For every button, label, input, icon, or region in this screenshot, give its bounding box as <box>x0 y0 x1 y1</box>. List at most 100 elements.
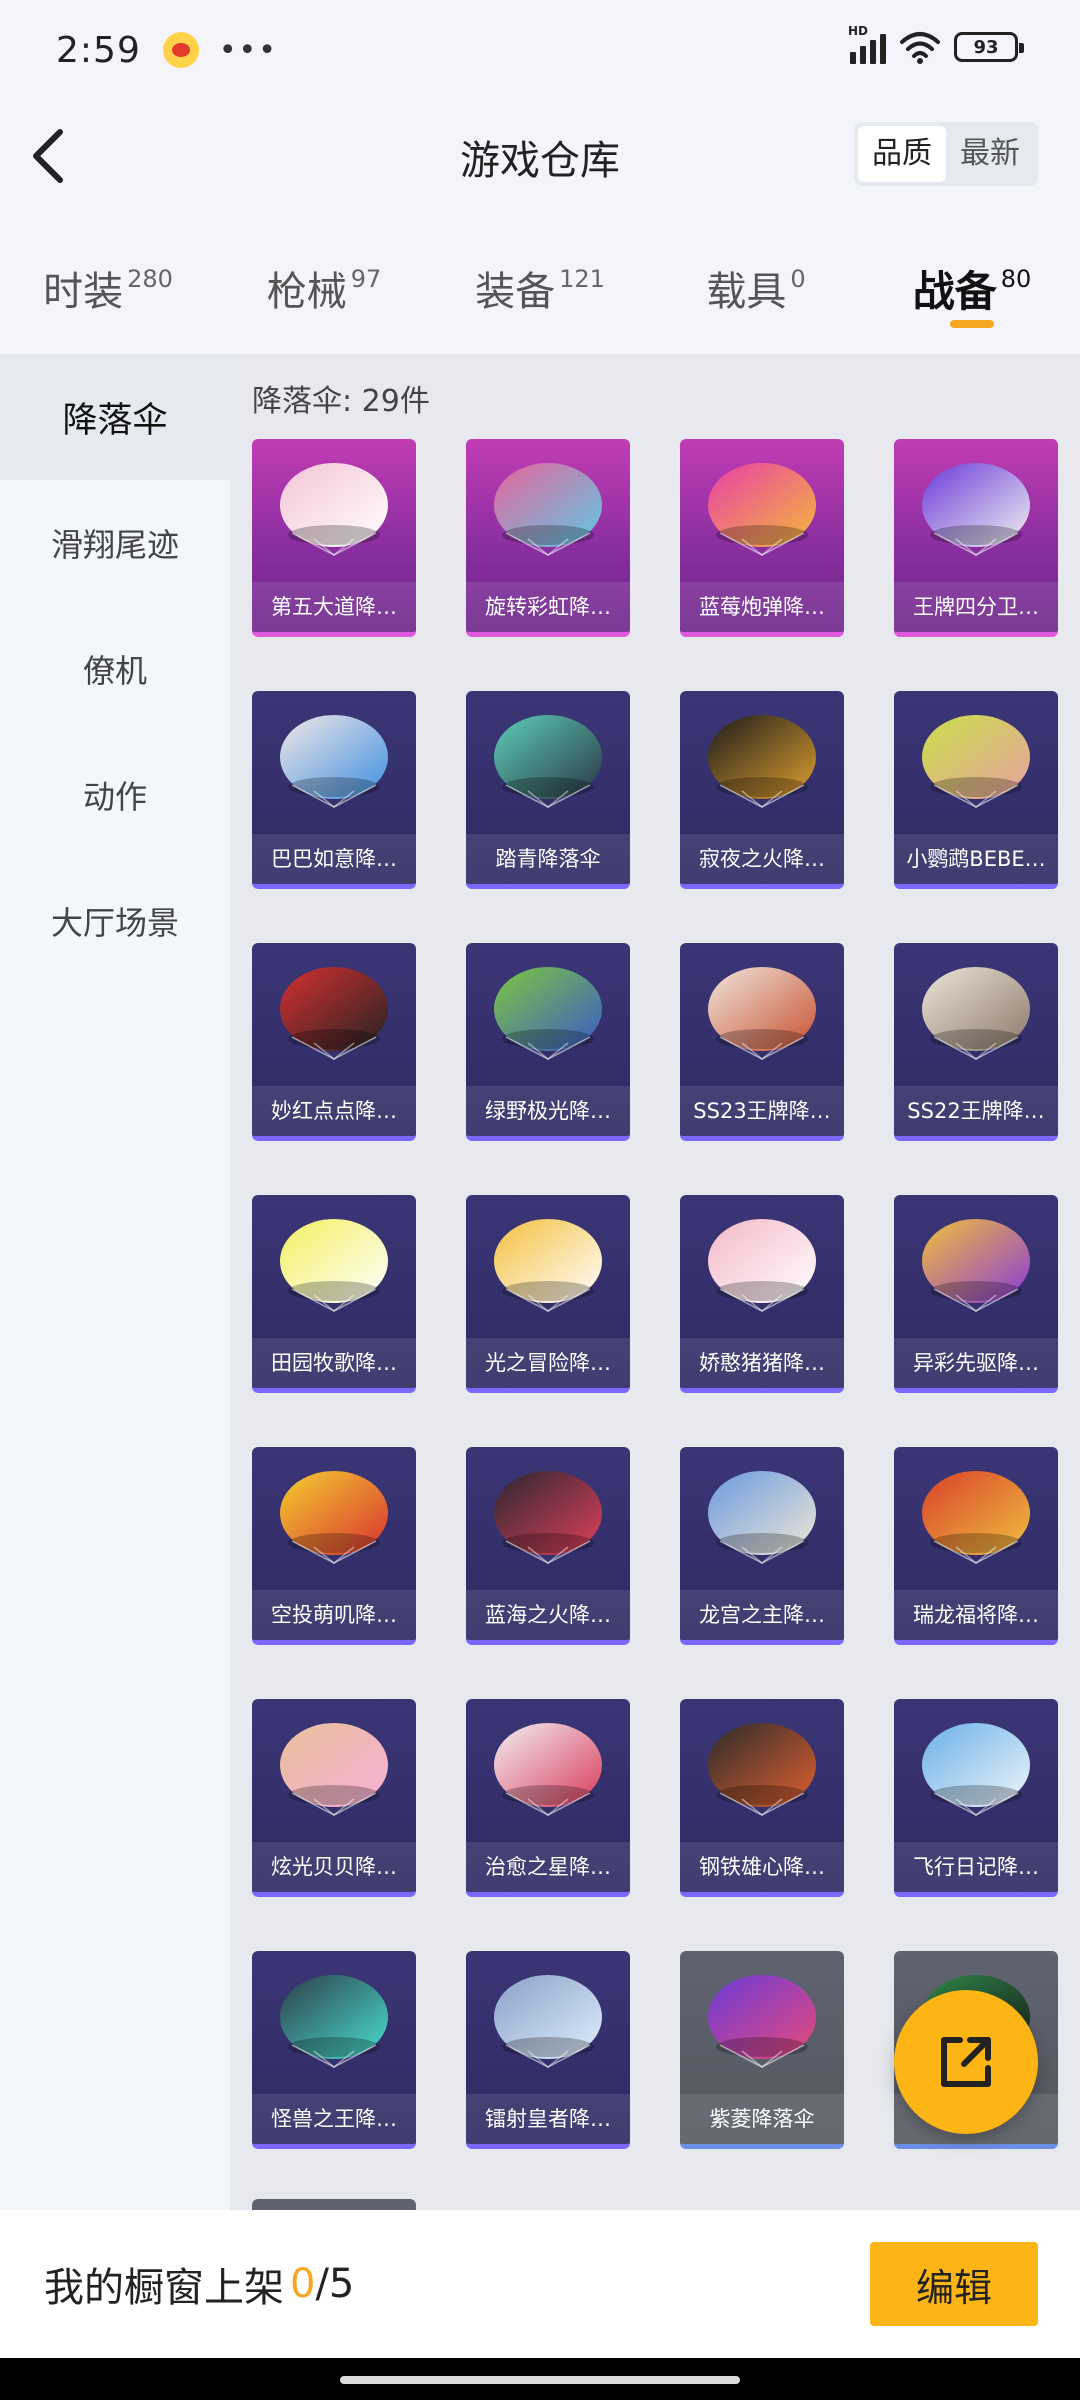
wifi-icon <box>900 32 940 64</box>
item-card[interactable]: 巴巴如意降… <box>252 691 416 889</box>
parachute-icon <box>494 1219 602 1312</box>
parachute-icon <box>708 1975 816 2068</box>
item-name: 踏青降落伞 <box>466 834 630 884</box>
tab-label: 战备 <box>912 266 997 316</box>
section-title: 降落伞: 29件 <box>252 384 430 419</box>
parachute-icon <box>494 967 602 1060</box>
sidebar: 降落伞 滑翔尾迹 僚机 动作 大厅场景 <box>0 354 230 2210</box>
parachute-icon <box>922 967 1030 1060</box>
tab-gear[interactable]: 战备 80 <box>864 212 1080 354</box>
item-name: 怪兽之王降… <box>252 2094 416 2144</box>
parachute-icon <box>708 1471 816 1564</box>
cellular-signal-icon: HD <box>848 24 886 64</box>
tab-label: 装备 <box>475 269 556 315</box>
weibo-notification-icon <box>162 32 199 68</box>
sidebar-item-emote[interactable]: 动作 <box>0 732 230 858</box>
category-tabs: 时装 280 枪械 97 装备 121 载具 0 战备 80 <box>0 212 1080 354</box>
item-name: 妙红点点降… <box>252 1086 416 1136</box>
item-card[interactable]: 瑞龙福将降… <box>894 1447 1058 1645</box>
item-card[interactable]: 绿野极光降… <box>466 943 630 1141</box>
item-card[interactable]: 田园牧歌降… <box>252 1195 416 1393</box>
parachute-icon <box>494 715 602 808</box>
sidebar-item-glide-trail[interactable]: 滑翔尾迹 <box>0 480 230 606</box>
item-name: 飞行日记降… <box>894 1842 1058 1892</box>
item-card[interactable]: 踏青降落伞 <box>466 691 630 889</box>
item-name: 绿野极光降… <box>466 1086 630 1136</box>
item-card[interactable]: 蓝海之火降… <box>466 1447 630 1645</box>
item-card[interactable]: 寂夜之火降… <box>680 691 844 889</box>
sort-by-quality-button[interactable]: 品质 <box>858 126 946 182</box>
item-name: 田园牧歌降… <box>252 1338 416 1388</box>
item-name: 异彩先驱降… <box>894 1338 1058 1388</box>
item-name: SS22王牌降… <box>894 1086 1058 1136</box>
showcase-total: /5 <box>315 2261 355 2307</box>
parachute-icon <box>708 1219 816 1312</box>
item-card[interactable]: 蓝莓炮弹降… <box>680 439 844 637</box>
item-name: 巴巴如意降… <box>252 834 416 884</box>
parachute-icon <box>922 1471 1030 1564</box>
item-card[interactable]: 光之冒险降… <box>466 1195 630 1393</box>
home-indicator[interactable] <box>340 2376 740 2384</box>
item-card[interactable]: 炫光贝贝降… <box>252 1699 416 1897</box>
item-name: 镭射皇者降… <box>466 2094 630 2144</box>
status-time: 2:59 <box>56 29 141 71</box>
parachute-icon <box>280 1219 388 1312</box>
item-card[interactable]: 钢铁雄心降… <box>680 1699 844 1897</box>
item-card[interactable]: 紫菱降落伞 <box>680 1951 844 2149</box>
tab-fashion[interactable]: 时装 280 <box>0 212 216 354</box>
item-card-partial[interactable] <box>252 2199 416 2210</box>
item-card[interactable]: 妙红点点降… <box>252 943 416 1141</box>
parachute-icon <box>280 463 388 556</box>
item-card[interactable]: 怪兽之王降… <box>252 1951 416 2149</box>
item-name: 蓝莓炮弹降… <box>680 582 844 632</box>
item-card[interactable]: 第五大道降… <box>252 439 416 637</box>
tab-count: 121 <box>559 265 605 293</box>
parachute-icon <box>708 967 816 1060</box>
item-grid: 第五大道降… 旋转彩虹降… 蓝莓炮弹降… 王牌四分卫… 巴巴如意降… 踏青降落伞 寂夜之火降… <box>252 439 1058 2149</box>
item-name: 治愈之星降… <box>466 1842 630 1892</box>
item-card[interactable]: 娇憨猪猪降… <box>680 1195 844 1393</box>
item-card[interactable]: SS23王牌降… <box>680 943 844 1141</box>
sidebar-item-lobby-scene[interactable]: 大厅场景 <box>0 858 230 984</box>
tab-vehicles[interactable]: 载具 0 <box>648 212 864 354</box>
tab-count: 280 <box>127 265 173 293</box>
tab-equipment[interactable]: 装备 121 <box>432 212 648 354</box>
item-name: 光之冒险降… <box>466 1338 630 1388</box>
item-card[interactable]: 龙宫之主降… <box>680 1447 844 1645</box>
item-card[interactable]: 旋转彩虹降… <box>466 439 630 637</box>
item-card[interactable]: 空投萌叽降… <box>252 1447 416 1645</box>
parachute-icon <box>922 1723 1030 1816</box>
parachute-icon <box>494 1723 602 1816</box>
tab-count: 97 <box>350 265 382 293</box>
edit-button[interactable]: 编辑 <box>870 2242 1038 2326</box>
item-card[interactable]: 镭射皇者降… <box>466 1951 630 2149</box>
parachute-icon <box>922 1219 1030 1312</box>
tab-count: 80 <box>1000 265 1032 293</box>
battery-level: 93 <box>973 36 999 58</box>
parachute-icon <box>494 463 602 556</box>
item-name: 紫菱降落伞 <box>680 2094 844 2144</box>
item-name: 王牌四分卫… <box>894 582 1058 632</box>
item-card[interactable]: 异彩先驱降… <box>894 1195 1058 1393</box>
system-nav-bar <box>0 2358 1080 2400</box>
item-card[interactable]: 小鹦鹉BEBE… <box>894 691 1058 889</box>
parachute-icon <box>708 715 816 808</box>
item-name: 龙宫之主降… <box>680 1590 844 1640</box>
showcase-bar: 我的橱窗上架 0 /5 编辑 <box>0 2210 1080 2358</box>
item-card[interactable]: 王牌四分卫… <box>894 439 1058 637</box>
sidebar-item-parachute[interactable]: 降落伞 <box>0 354 230 480</box>
sort-by-newest-button[interactable]: 最新 <box>946 126 1034 182</box>
tab-label: 枪械 <box>266 269 347 315</box>
item-name: 第五大道降… <box>252 582 416 632</box>
item-card[interactable]: 治愈之星降… <box>466 1699 630 1897</box>
tab-weapons[interactable]: 枪械 97 <box>216 212 432 354</box>
item-name: 钢铁雄心降… <box>680 1842 844 1892</box>
parachute-icon <box>494 1471 602 1564</box>
item-card[interactable]: SS22王牌降… <box>894 943 1058 1141</box>
item-name: 炫光贝贝降… <box>252 1842 416 1892</box>
sidebar-item-wingman[interactable]: 僚机 <box>0 606 230 732</box>
share-button[interactable] <box>894 1990 1038 2134</box>
item-card[interactable]: 飞行日记降… <box>894 1699 1058 1897</box>
parachute-icon <box>708 463 816 556</box>
sort-toggle[interactable]: 品质 最新 <box>854 122 1038 186</box>
